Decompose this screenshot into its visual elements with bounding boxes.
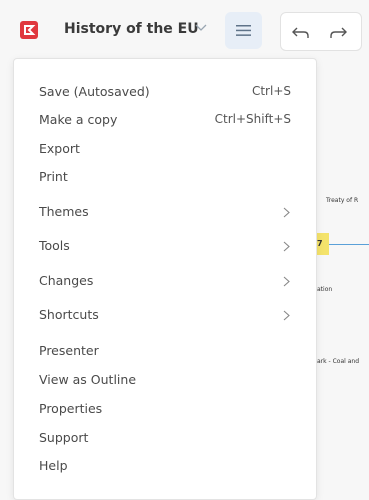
hamburger-icon (236, 25, 251, 36)
menu-item-help[interactable]: Help (14, 453, 316, 479)
main-menu-dropdown: Save (Autosaved) Ctrl+S Make a copy Ctrl… (13, 58, 317, 500)
menu-item-label: View as Outline (39, 372, 137, 387)
canvas-node-label: 7 (317, 239, 323, 248)
menu-item-label: Changes (39, 273, 94, 288)
redo-button[interactable] (328, 22, 348, 42)
menu-item-support[interactable]: Support (14, 425, 316, 451)
undo-icon (292, 27, 309, 38)
canvas-node-label[interactable]: Treaty of R (326, 197, 358, 204)
menu-item-presenter[interactable]: Presenter (14, 338, 316, 364)
menu-item-label: Support (39, 430, 89, 445)
top-toolbar: History of the EU (0, 0, 369, 58)
menu-item-make-copy[interactable]: Make a copy Ctrl+Shift+S (14, 107, 316, 133)
menu-item-tools[interactable]: Tools (14, 233, 316, 259)
menu-item-themes[interactable]: Themes (14, 199, 316, 225)
undo-redo-group (280, 12, 362, 51)
app-logo-icon[interactable] (20, 21, 38, 39)
menu-item-label: Make a copy (39, 112, 118, 127)
menu-item-label: Tools (39, 238, 70, 253)
menu-item-label: Print (39, 169, 68, 184)
redo-icon (330, 27, 347, 38)
undo-button[interactable] (291, 22, 311, 42)
menu-item-shortcut: Ctrl+Shift+S (214, 112, 291, 126)
menu-item-label: Export (39, 141, 80, 156)
canvas-node-label[interactable]: ark - Coal and (317, 358, 359, 365)
chevron-down-icon[interactable] (195, 23, 207, 33)
menu-item-changes[interactable]: Changes (14, 268, 316, 294)
menu-item-save[interactable]: Save (Autosaved) Ctrl+S (14, 79, 316, 105)
menu-item-label: Presenter (39, 343, 99, 358)
menu-item-label: Shortcuts (39, 307, 99, 322)
main-menu-button[interactable] (225, 12, 262, 49)
document-title[interactable]: History of the EU (64, 21, 199, 37)
canvas-connector (329, 244, 369, 245)
canvas-node-label[interactable]: ation (317, 286, 332, 293)
menu-item-label: Properties (39, 401, 103, 416)
menu-item-export[interactable]: Export (14, 136, 316, 162)
menu-item-properties[interactable]: Properties (14, 396, 316, 422)
menu-item-print[interactable]: Print (14, 164, 316, 190)
chevron-right-icon (283, 310, 290, 321)
chevron-right-icon (283, 241, 290, 252)
menu-item-shortcut: Ctrl+S (251, 84, 291, 98)
menu-item-shortcuts[interactable]: Shortcuts (14, 302, 316, 328)
chevron-right-icon (283, 207, 290, 218)
menu-item-label: Help (39, 458, 68, 473)
menu-item-label: Themes (39, 204, 89, 219)
menu-item-label: Save (Autosaved) (39, 84, 150, 99)
chevron-right-icon (283, 276, 290, 287)
menu-item-view-as-outline[interactable]: View as Outline (14, 367, 316, 393)
